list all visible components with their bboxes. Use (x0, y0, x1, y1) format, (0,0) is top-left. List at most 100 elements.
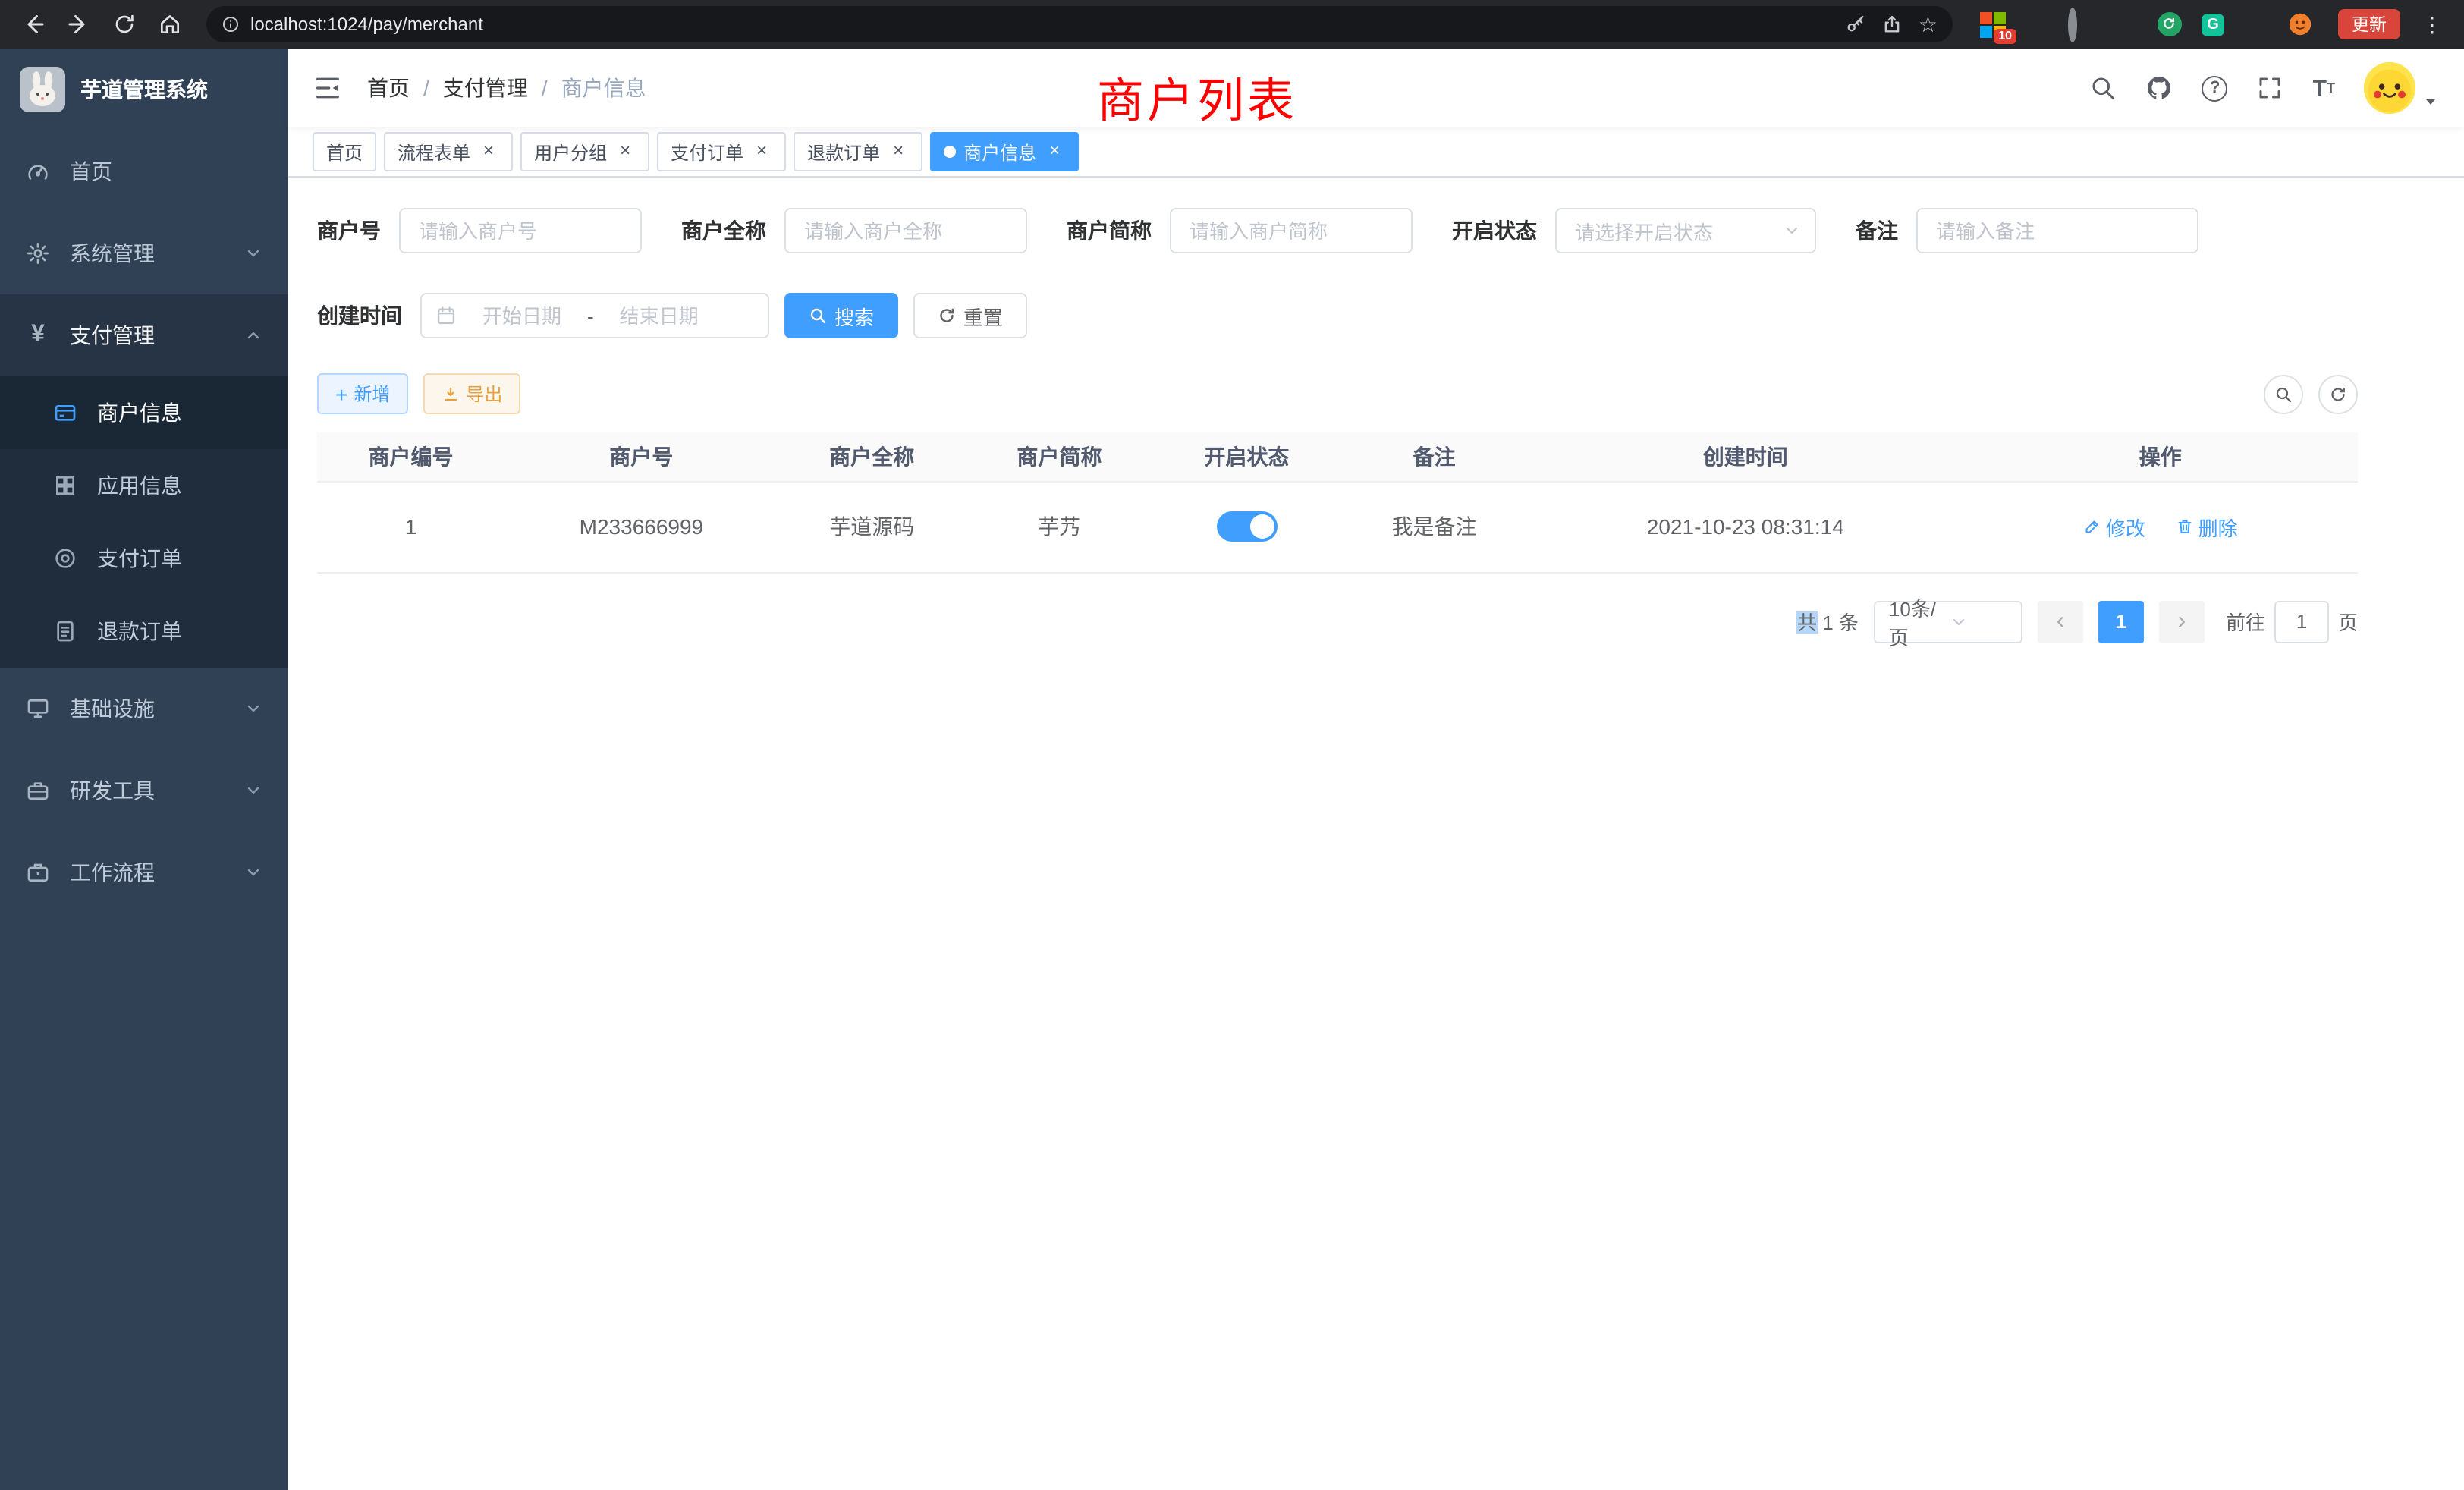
extension-icon-7[interactable] (2244, 11, 2270, 37)
merchant-no-input[interactable] (399, 208, 642, 253)
app-title: 芋道管理系统 (80, 74, 208, 105)
close-icon[interactable]: × (614, 141, 636, 162)
start-date-input[interactable] (463, 304, 581, 327)
password-key-icon[interactable] (1846, 14, 1867, 35)
user-avatar (2364, 62, 2415, 114)
breadcrumb-current: 商户信息 (561, 73, 646, 103)
delete-link-label: 删除 (2198, 512, 2238, 541)
tab-user-group[interactable]: 用户分组 × (520, 132, 649, 171)
github-icon[interactable] (2146, 74, 2173, 102)
status-select-placeholder: 请选择开启状态 (1575, 216, 1783, 245)
search-button-label: 搜索 (834, 301, 874, 330)
update-button[interactable]: 更新 (2338, 9, 2400, 39)
sidebar-item-infrastructure[interactable]: 基础设施 (0, 668, 288, 750)
tab-pay-order[interactable]: 支付订单× (657, 132, 786, 171)
pagination-goto: 前往 页 (2226, 600, 2358, 643)
extension-icon-4[interactable] (2112, 11, 2138, 37)
address-bar[interactable]: localhost:1024/pay/merchant ☆ (206, 6, 1953, 42)
end-date-input[interactable] (600, 304, 718, 327)
briefcase-icon (26, 860, 50, 885)
site-info-icon[interactable] (222, 15, 240, 33)
browser-window: localhost:1024/pay/merchant ☆ 10 (0, 0, 2464, 1490)
sidebar-item-pay-order[interactable]: 支付订单 (0, 522, 288, 595)
sidebar-item-system[interactable]: 系统管理 (0, 212, 288, 294)
goto-page-unit: 页 (2338, 607, 2358, 636)
prev-page-button[interactable]: ‹ (2038, 600, 2083, 643)
tab-merchant-info[interactable]: 商户信息× (930, 132, 1079, 171)
home-button[interactable] (152, 6, 188, 42)
search-icon[interactable] (2090, 74, 2117, 102)
chevron-down-icon (244, 699, 262, 718)
search-button[interactable]: 搜索 (784, 293, 898, 338)
sidebar-item-app-info[interactable]: 应用信息 (0, 449, 288, 522)
reload-button[interactable] (106, 6, 143, 42)
next-page-button[interactable]: › (2159, 600, 2205, 643)
chevron-down-icon (1950, 612, 2010, 630)
extension-icon-6[interactable]: G (2200, 11, 2226, 37)
font-size-icon[interactable]: TT (2313, 75, 2335, 101)
help-icon[interactable]: ? (2202, 75, 2228, 101)
filter-label-create-time: 创建时间 (317, 300, 402, 331)
extension-icon-2[interactable] (2024, 11, 2050, 37)
merchant-short-name-input[interactable] (1170, 208, 1413, 253)
close-icon[interactable]: × (888, 141, 909, 162)
delete-link[interactable]: 删除 (2176, 512, 2238, 541)
sidebar-item-home[interactable]: 首页 (0, 130, 288, 212)
share-icon[interactable] (1882, 14, 1903, 35)
sidebar-item-workflow[interactable]: 工作流程 (0, 831, 288, 913)
reset-button[interactable]: 重置 (913, 293, 1027, 338)
tab-process-form[interactable]: 流程表单 × (384, 132, 513, 171)
edit-link[interactable]: 修改 (2083, 512, 2145, 541)
extension-icon-5[interactable] (2156, 11, 2182, 37)
extension-icon-8[interactable] (2288, 11, 2314, 37)
chevron-down-icon (244, 244, 262, 262)
breadcrumb-payment[interactable]: 支付管理 (443, 73, 528, 103)
create-time-range-picker[interactable]: - (420, 293, 769, 338)
close-icon[interactable]: × (751, 141, 772, 162)
page-size-select[interactable]: 10条/页 (1874, 600, 2022, 643)
show-search-button[interactable] (2264, 374, 2303, 413)
sidebar-item-payment[interactable]: ¥ 支付管理 (0, 294, 288, 376)
user-menu[interactable] (2364, 62, 2440, 114)
browser-menu-icon[interactable]: ⋮ (2415, 11, 2449, 37)
sidebar: 芋道管理系统 首页 系统管理 (0, 49, 288, 1490)
table-header-row: 商户编号 商户号 商户全称 商户简称 开启状态 备注 创建时间 操作 (317, 432, 2358, 481)
tab-label: 用户分组 (534, 139, 607, 165)
sidebar-toggle-icon[interactable] (313, 73, 343, 103)
app-logo[interactable]: 芋道管理系统 (0, 49, 288, 130)
refresh-button[interactable] (2318, 374, 2358, 413)
add-button[interactable]: + 新增 (317, 373, 408, 414)
extension-icon-1[interactable]: 10 (1980, 11, 2006, 37)
merchant-full-name-input[interactable] (784, 208, 1027, 253)
sidebar-item-devtools[interactable]: 研发工具 (0, 750, 288, 831)
extension-icon-3[interactable] (2068, 11, 2094, 37)
yen-icon: ¥ (26, 323, 50, 347)
export-button[interactable]: 导出 (423, 373, 520, 414)
col-header-remark: 备注 (1340, 432, 1528, 481)
close-icon[interactable]: × (478, 141, 499, 162)
back-button[interactable] (15, 6, 52, 42)
close-icon[interactable]: × (1044, 141, 1065, 162)
breadcrumb-home[interactable]: 首页 (367, 73, 410, 103)
tab-label: 流程表单 (398, 139, 470, 165)
chevron-down-icon (244, 781, 262, 800)
page-size-value: 10条/页 (1889, 593, 1950, 650)
sidebar-item-merchant-info[interactable]: 商户信息 (0, 376, 288, 449)
status-toggle[interactable] (1216, 511, 1277, 542)
forward-button[interactable] (61, 6, 97, 42)
goto-page-input[interactable] (2274, 600, 2329, 643)
filter-label-merchant-no: 商户号 (317, 215, 381, 246)
caret-down-icon (2422, 93, 2440, 114)
sidebar-item-refund-order[interactable]: 退款订单 (0, 595, 288, 668)
tab-home[interactable]: 首页 (313, 132, 376, 171)
cell-create-time: 2021-10-23 08:31:14 (1528, 481, 1963, 572)
bookmark-star-icon[interactable]: ☆ (1919, 14, 1938, 35)
remark-input[interactable] (1916, 208, 2198, 253)
status-select[interactable]: 请选择开启状态 (1555, 208, 1816, 253)
sidebar-item-label: 系统管理 (70, 238, 155, 269)
target-icon (53, 546, 77, 571)
export-button-label: 导出 (466, 381, 502, 407)
tab-refund-order[interactable]: 退款订单× (794, 132, 922, 171)
fullscreen-icon[interactable] (2257, 74, 2284, 102)
page-button-1[interactable]: 1 (2098, 600, 2144, 643)
